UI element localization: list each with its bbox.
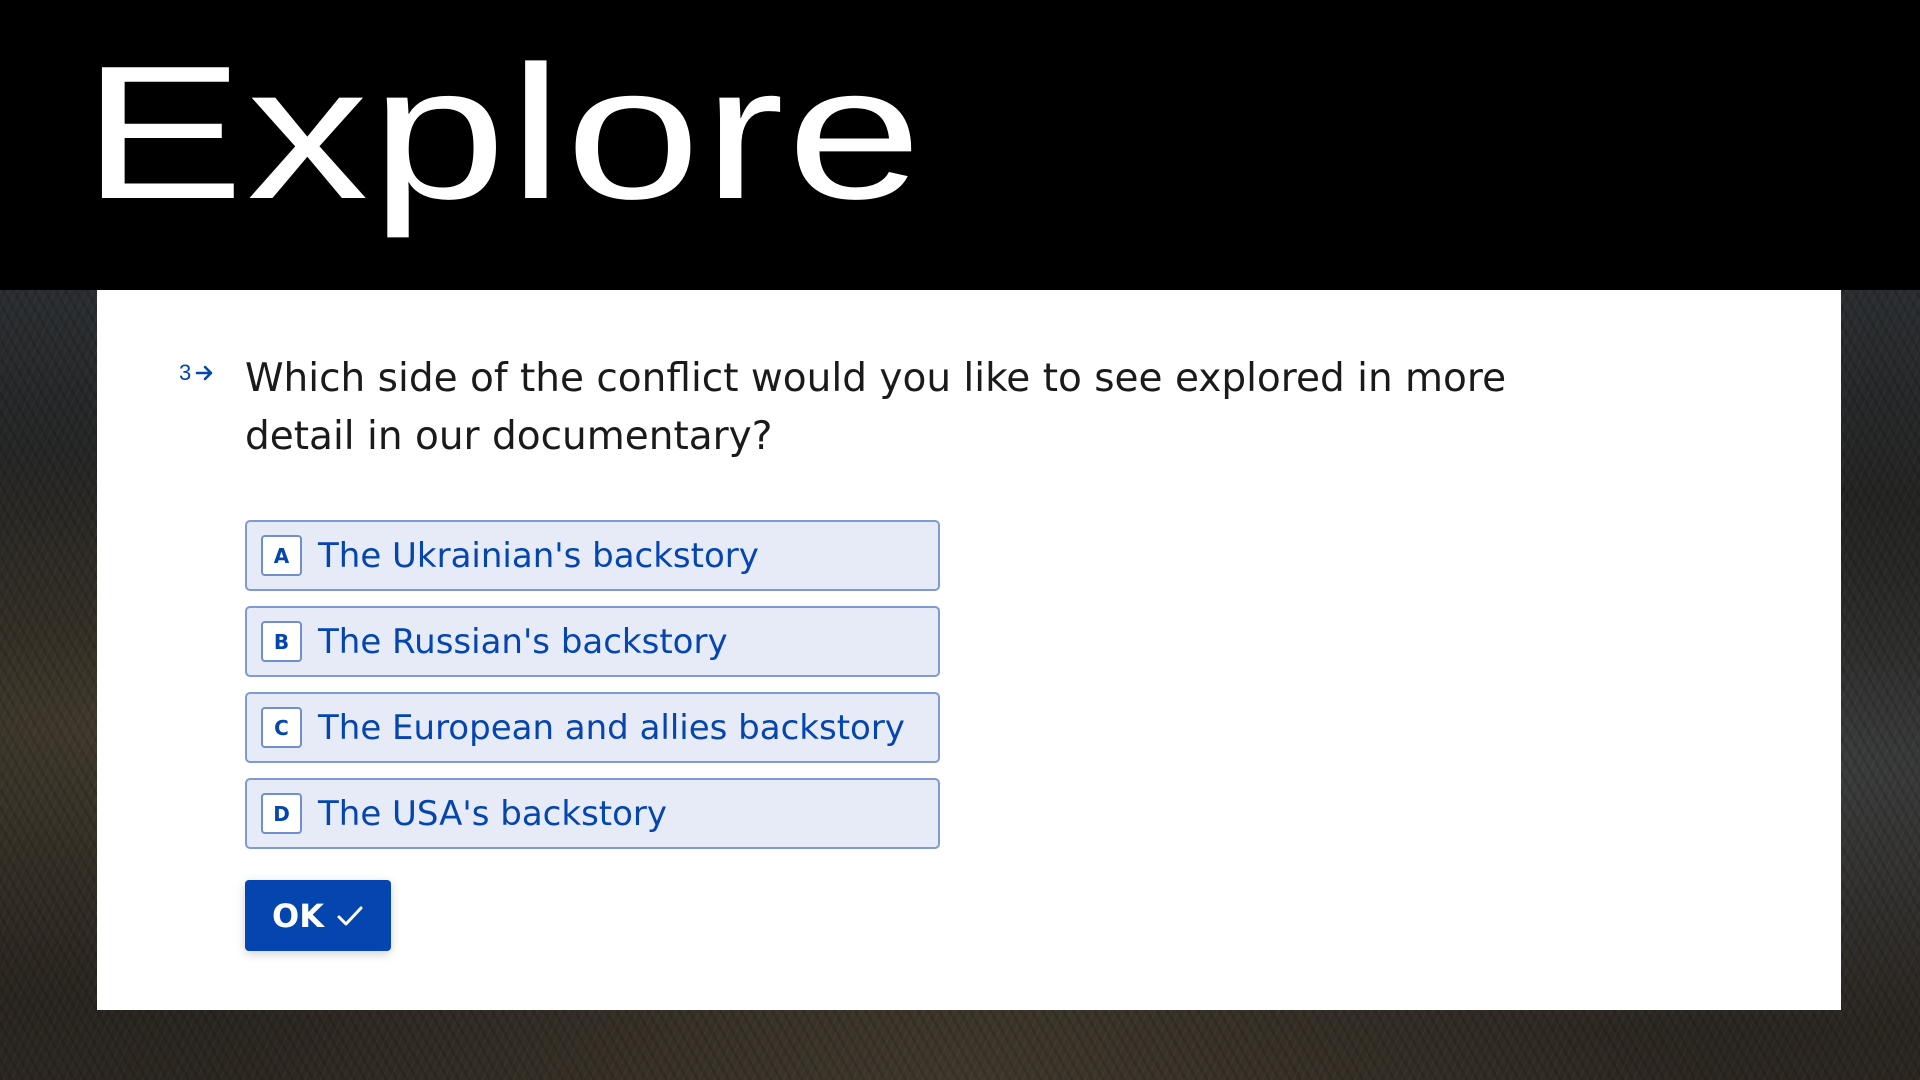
page: Explore 3 Which side of the conflict wou… <box>0 0 1920 1080</box>
choice-option-a[interactable]: A The Ukrainian's backstory <box>245 520 940 591</box>
ok-button[interactable]: OK <box>245 880 391 951</box>
question-number-label: 3 <box>179 360 192 385</box>
choice-label: The Ukrainian's backstory <box>318 535 759 576</box>
choice-option-d[interactable]: D The USA's backstory <box>245 778 940 849</box>
choice-label: The USA's backstory <box>318 793 668 834</box>
choice-key-badge: B <box>261 621 302 662</box>
question-block: 3 Which side of the conflict would you l… <box>179 350 1545 466</box>
choice-key-badge: C <box>261 707 302 748</box>
choice-list: A The Ukrainian's backstory B The Russia… <box>245 520 940 864</box>
ok-button-label: OK <box>272 896 324 935</box>
choice-option-b[interactable]: B The Russian's backstory <box>245 606 940 677</box>
choice-key-badge: A <box>261 535 302 576</box>
question-text: Which side of the conflict would you lik… <box>245 356 1507 459</box>
choice-key-badge: D <box>261 793 302 834</box>
choice-label: The European and allies backstory <box>318 707 905 748</box>
question-number: 3 <box>179 360 215 386</box>
choice-label: The Russian's backstory <box>318 621 728 662</box>
arrow-right-icon <box>195 365 215 381</box>
survey-form-card: 3 Which side of the conflict would you l… <box>97 290 1841 1010</box>
choice-option-c[interactable]: C The European and allies backstory <box>245 692 940 763</box>
check-icon <box>336 904 364 928</box>
header-banner: Explore <box>0 0 1920 290</box>
banner-title: Explore <box>82 27 925 239</box>
